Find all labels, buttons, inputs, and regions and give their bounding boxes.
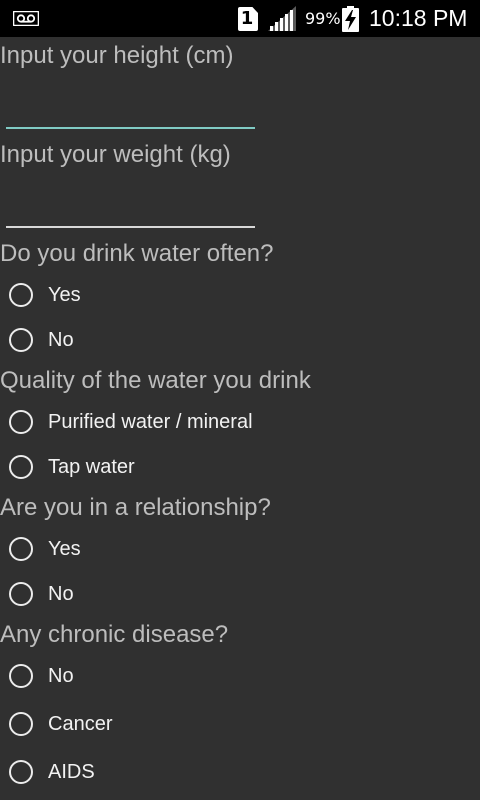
chronic-disease-question: Any chronic disease? (0, 621, 229, 648)
radio-unchecked-icon[interactable] (9, 537, 33, 561)
radio-water-quality-purified[interactable]: Purified water / mineral (0, 402, 480, 446)
radio-label: No (48, 329, 74, 351)
sim-card-icon: 1 (238, 7, 258, 31)
radio-unchecked-icon[interactable] (9, 712, 33, 736)
radio-label: AIDS (48, 761, 95, 783)
radio-unchecked-icon[interactable] (9, 582, 33, 606)
status-clock: 10:18 PM (369, 5, 468, 31)
radio-unchecked-icon[interactable] (9, 760, 33, 784)
voicemail-icon (13, 11, 39, 26)
radio-label: No (48, 665, 74, 687)
relationship-question: Are you in a relationship? (0, 494, 271, 521)
height-input[interactable] (6, 97, 255, 129)
radio-label: Cancer (48, 713, 113, 735)
radio-label: No (48, 583, 74, 605)
radio-chronic-disease-aids[interactable]: AIDS (0, 752, 480, 796)
sim-slot-number: 1 (240, 8, 254, 29)
radio-water-quality-tap[interactable]: Tap water (0, 447, 480, 491)
radio-unchecked-icon[interactable] (9, 664, 33, 688)
water-quality-question: Quality of the water you drink (0, 367, 311, 394)
signal-icon (268, 6, 296, 31)
status-bar: 1 99% 10:18 PM (0, 0, 480, 37)
radio-unchecked-icon[interactable] (9, 455, 33, 479)
radio-relationship-no[interactable]: No (0, 574, 480, 618)
radio-water-often-no[interactable]: No (0, 320, 480, 364)
weight-input[interactable] (6, 196, 255, 228)
radio-water-often-yes[interactable]: Yes (0, 275, 480, 319)
battery-percent: 99% (305, 9, 341, 28)
radio-label: Tap water (48, 456, 135, 478)
height-label: Input your height (cm) (0, 42, 234, 69)
radio-label: Yes (48, 284, 81, 306)
battery-charging-icon (342, 6, 359, 32)
water-often-question: Do you drink water often? (0, 240, 274, 267)
radio-label: Purified water / mineral (48, 411, 253, 433)
radio-unchecked-icon[interactable] (9, 410, 33, 434)
radio-label: Yes (48, 538, 81, 560)
radio-unchecked-icon[interactable] (9, 283, 33, 307)
radio-chronic-disease-cancer[interactable]: Cancer (0, 704, 480, 748)
weight-label: Input your weight (kg) (0, 141, 231, 168)
radio-unchecked-icon[interactable] (9, 328, 33, 352)
radio-relationship-yes[interactable]: Yes (0, 529, 480, 573)
radio-chronic-disease-no[interactable]: No (0, 656, 480, 700)
